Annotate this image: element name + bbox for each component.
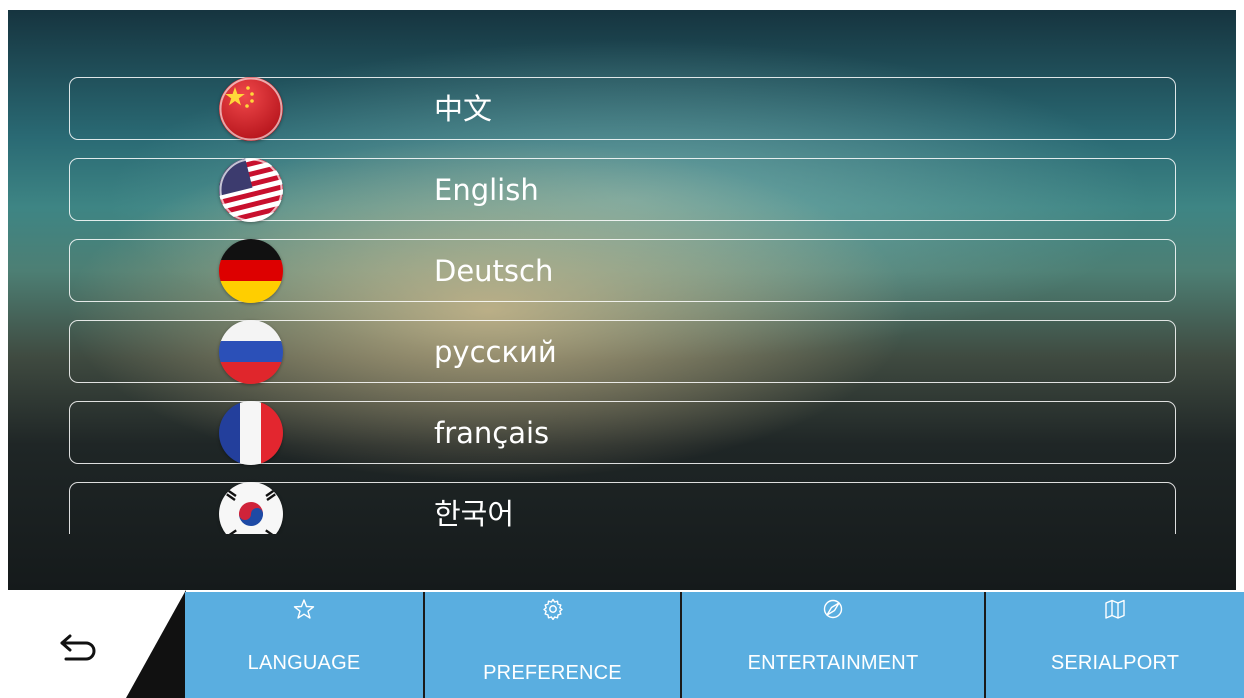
language-list: 中文 English Deutsch русский français 한국어: [8, 10, 1236, 534]
germany-flag-icon: [219, 239, 283, 303]
tab-label: LANGUAGE: [247, 652, 361, 674]
tab-entertainment[interactable]: ENTERTAINMENT: [682, 592, 984, 698]
tab-label: PREFERENCE: [483, 662, 622, 684]
language-label: русский: [434, 335, 557, 369]
tab-preference[interactable]: PREFERENCE: [425, 592, 680, 698]
language-item-german[interactable]: Deutsch: [69, 239, 1176, 303]
tab-language[interactable]: LANGUAGE: [185, 592, 423, 698]
language-label: 中文: [434, 92, 493, 126]
gear-icon: [542, 598, 563, 620]
tab-label: SERIALPORT: [1050, 652, 1180, 674]
language-label: 한국어: [434, 497, 515, 531]
star-icon: [293, 599, 315, 619]
language-label: English: [434, 173, 539, 207]
language-screen: 中文 English Deutsch русский français 한국어: [8, 10, 1236, 590]
usa-flag-icon: [219, 158, 283, 222]
nav-slant-divider: [126, 590, 186, 698]
china-flag-icon: [219, 77, 283, 141]
korea-flag-icon: [219, 482, 283, 534]
language-item-korean[interactable]: 한국어: [69, 482, 1176, 534]
language-item-french[interactable]: français: [69, 401, 1176, 465]
france-flag-icon: [219, 401, 283, 465]
language-label: Deutsch: [434, 254, 554, 288]
language-item-english[interactable]: English: [69, 158, 1176, 222]
bottom-navigation: LANGUAGE PREFERENCE ENTERTAINMENT SERIAL…: [0, 590, 1244, 698]
russia-flag-icon: [219, 320, 283, 384]
tab-serialport[interactable]: SERIALPORT: [986, 592, 1244, 698]
back-arrow-icon[interactable]: [56, 630, 100, 664]
language-label: français: [434, 416, 550, 450]
language-item-russian[interactable]: русский: [69, 320, 1176, 384]
language-item-chinese[interactable]: 中文: [69, 77, 1176, 141]
compass-icon: [823, 599, 843, 619]
map-icon: [1105, 599, 1125, 619]
tab-label: ENTERTAINMENT: [747, 652, 919, 674]
